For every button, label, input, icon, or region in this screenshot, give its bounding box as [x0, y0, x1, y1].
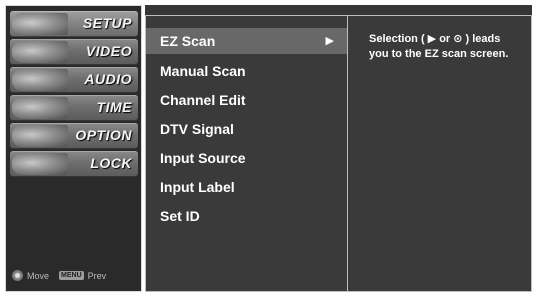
setup-icon [12, 13, 68, 35]
menu-item-label: Channel Edit [160, 92, 246, 108]
sidebar-item-audio[interactable]: AUDIO [10, 67, 138, 93]
menu-item-set-id[interactable]: Set ID [146, 203, 347, 229]
time-icon [12, 97, 68, 119]
help-text: Selection ( ▶ or ⊙ ) leads you to the EZ… [369, 33, 509, 60]
audio-icon [12, 69, 68, 91]
sidebar-item-label: OPTION [75, 127, 132, 143]
sidebar-item-time[interactable]: TIME [10, 95, 138, 121]
sidebar-item-video[interactable]: VIDEO [10, 39, 138, 65]
sidebar-item-label: SETUP [82, 15, 132, 31]
menu-key-icon: MENU [59, 271, 84, 280]
menu-item-manual-scan[interactable]: Manual Scan [146, 58, 347, 84]
menu-item-input-label[interactable]: Input Label [146, 174, 347, 200]
menu-item-label: Input Source [160, 150, 246, 166]
lock-icon [12, 153, 68, 175]
move-hint-label: Move [27, 270, 50, 281]
prev-hint-label: Prev [87, 270, 107, 281]
move-icon [12, 270, 23, 281]
sidebar-item-label: TIME [96, 99, 132, 115]
osd-category-sidebar: SETUP VIDEO AUDIO TIME OPTION LOCK Move … [5, 5, 142, 292]
menu-title-bar [145, 5, 532, 15]
menu-item-channel-edit[interactable]: Channel Edit [146, 87, 347, 113]
option-icon [12, 125, 68, 147]
sidebar-item-label: LOCK [90, 155, 132, 171]
sidebar-item-option[interactable]: OPTION [10, 123, 138, 149]
sidebar-item-setup[interactable]: SETUP [10, 11, 138, 37]
menu-item-label: Input Label [160, 179, 235, 195]
navigation-hint: Move MENU Prev [12, 270, 138, 281]
help-description-panel: Selection ( ▶ or ⊙ ) leads you to the EZ… [348, 15, 532, 292]
menu-item-dtv-signal[interactable]: DTV Signal [146, 116, 347, 142]
tv-osd-screen: SETUP VIDEO AUDIO TIME OPTION LOCK Move … [0, 0, 539, 297]
menu-item-ez-scan[interactable]: EZ Scan ▶ [146, 28, 347, 54]
setup-menu-list: EZ Scan ▶ Manual Scan Channel Edit DTV S… [145, 15, 348, 292]
sidebar-item-lock[interactable]: LOCK [10, 151, 138, 177]
sidebar-item-label: AUDIO [84, 71, 132, 87]
right-arrow-icon: ▶ [325, 35, 334, 47]
menu-item-label: Manual Scan [160, 63, 246, 79]
menu-item-label: Set ID [160, 208, 200, 224]
menu-item-input-source[interactable]: Input Source [146, 145, 347, 171]
menu-item-label: EZ Scan [160, 33, 216, 49]
video-icon [12, 41, 68, 63]
sidebar-item-label: VIDEO [85, 43, 132, 59]
menu-item-label: DTV Signal [160, 121, 234, 137]
